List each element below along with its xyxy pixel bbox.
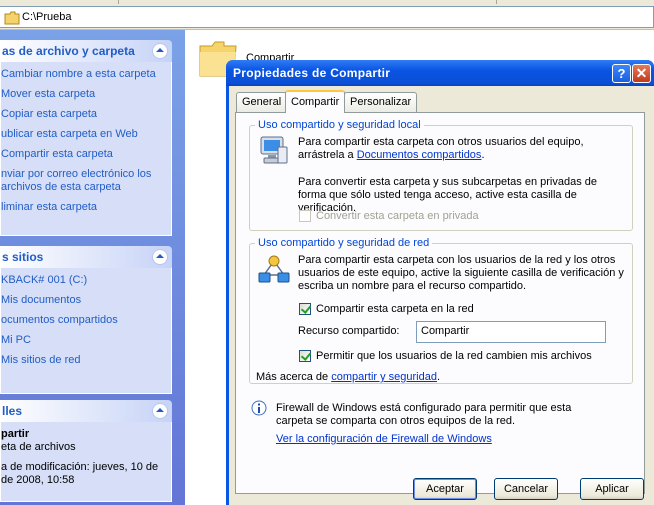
task-publish[interactable]: ublicar esta carpeta en Web xyxy=(1,128,171,141)
detail-modified: a de modificación: jueves, 10 de xyxy=(1,461,159,473)
detail-name: partir xyxy=(1,428,30,440)
folder-icon xyxy=(4,11,20,28)
collapse-icon[interactable] xyxy=(152,403,168,419)
firewall-settings-link[interactable]: Ver la configuración de Firewall de Wind… xyxy=(276,433,492,446)
computer-icon xyxy=(258,135,290,170)
more-info-text: Más acerca de compartir y seguridad. xyxy=(256,371,440,384)
place-drive[interactable]: KBACK# 001 (C:) xyxy=(1,274,171,287)
toolbar-separator xyxy=(496,0,497,4)
task-rename[interactable]: Cambiar nombre a esta carpeta xyxy=(1,68,171,81)
share-network-label: Compartir esta carpeta en la red xyxy=(316,303,474,315)
resource-name-input[interactable]: Compartir xyxy=(416,321,606,343)
detail-modified-2: de 2008, 10:58 xyxy=(1,474,75,486)
panel-title: lles xyxy=(2,404,23,418)
collapse-icon[interactable] xyxy=(152,249,168,265)
address-path: C:\Prueba xyxy=(22,11,72,23)
share-network-checkbox[interactable] xyxy=(299,303,311,315)
toolbar-strip xyxy=(0,0,654,4)
task-email[interactable]: nviar por correo electrónico los archivo… xyxy=(1,168,171,194)
cancel-button[interactable]: Cancelar xyxy=(494,478,558,500)
file-folder-tasks-panel: as de archivo y carpeta Cambiar nombre a… xyxy=(0,40,172,236)
sharing-security-link[interactable]: compartir y seguridad xyxy=(331,371,437,383)
info-icon xyxy=(251,400,267,419)
more-info-prefix: Más acerca de xyxy=(256,371,332,383)
firewall-text: Firewall de Windows está configurado par… xyxy=(276,402,572,427)
task-delete[interactable]: liminar esta carpeta xyxy=(1,201,171,214)
details-panel: lles partir eta de archivos a de modific… xyxy=(0,400,172,502)
network-share-icon xyxy=(258,253,290,288)
detail-type: eta de archivos xyxy=(1,441,76,453)
place-my-documents[interactable]: Mis documentos xyxy=(1,294,171,307)
panel-header[interactable]: lles xyxy=(0,400,172,422)
task-copy[interactable]: Copiar esta carpeta xyxy=(1,108,171,121)
help-icon[interactable]: ? xyxy=(612,64,631,83)
task-share[interactable]: Compartir esta carpeta xyxy=(1,148,171,161)
close-icon[interactable]: ✕ xyxy=(632,64,651,83)
network-sharing-text: Para compartir esta carpeta con los usua… xyxy=(298,254,624,292)
task-move[interactable]: Mover esta carpeta xyxy=(1,88,171,101)
dialog-titlebar[interactable]: Propiedades de Compartir ? ✕ xyxy=(226,60,654,86)
tab-general[interactable]: General xyxy=(236,92,288,112)
allow-changes-label: Permitir que los usuarios de la red camb… xyxy=(316,350,592,362)
apply-button[interactable]: Aplicar xyxy=(580,478,644,500)
place-shared-documents[interactable]: ocumentos compartidos xyxy=(1,314,171,327)
local-sharing-text-1-end: . xyxy=(481,149,485,161)
local-sharing-legend: Uso compartido y seguridad local xyxy=(258,119,421,131)
place-network[interactable]: Mis sitios de red xyxy=(1,354,171,367)
address-field[interactable]: C:\Prueba xyxy=(0,6,654,28)
more-info-end: . xyxy=(436,371,441,383)
address-bar: C:\Prueba xyxy=(0,0,654,30)
tab-personalizar[interactable]: Personalizar xyxy=(344,92,418,112)
shared-documents-link[interactable]: Documentos compartidos xyxy=(357,149,482,161)
firewall-settings-link-text[interactable]: Ver la configuración de Firewall de Wind… xyxy=(276,433,492,445)
private-checkbox[interactable] xyxy=(299,210,311,222)
task-pane: as de archivo y carpeta Cambiar nombre a… xyxy=(0,30,185,505)
ok-button[interactable]: Aceptar xyxy=(413,478,477,500)
allow-changes-checkbox[interactable] xyxy=(299,350,311,362)
dialog-client: General Compartir Personalizar Uso compa… xyxy=(229,86,654,505)
panel-header[interactable]: s sitios xyxy=(0,246,172,268)
local-sharing-text-1: Para compartir esta carpeta con otros us… xyxy=(298,136,628,162)
place-my-pc[interactable]: Mi PC xyxy=(1,334,171,347)
tab-compartir[interactable]: Compartir xyxy=(285,90,346,113)
network-sharing-legend: Uso compartido y seguridad de red xyxy=(258,237,430,249)
dialog-title: Propiedades de Compartir xyxy=(233,66,391,80)
other-places-panel: s sitios KBACK# 001 (C:) Mis documentos … xyxy=(0,246,172,394)
properties-dialog: Propiedades de Compartir ? ✕ General Com… xyxy=(226,60,654,505)
resource-label: Recurso compartido: xyxy=(298,325,400,337)
panel-title: s sitios xyxy=(2,250,44,264)
private-label: Convertir esta carpeta en privada xyxy=(316,210,479,222)
collapse-icon[interactable] xyxy=(152,43,168,59)
tab-page: Uso compartido y seguridad local Para co… xyxy=(235,112,645,494)
panel-title: as de archivo y carpeta xyxy=(2,44,135,58)
toolbar-separator xyxy=(118,0,119,4)
panel-header[interactable]: as de archivo y carpeta xyxy=(0,40,172,62)
